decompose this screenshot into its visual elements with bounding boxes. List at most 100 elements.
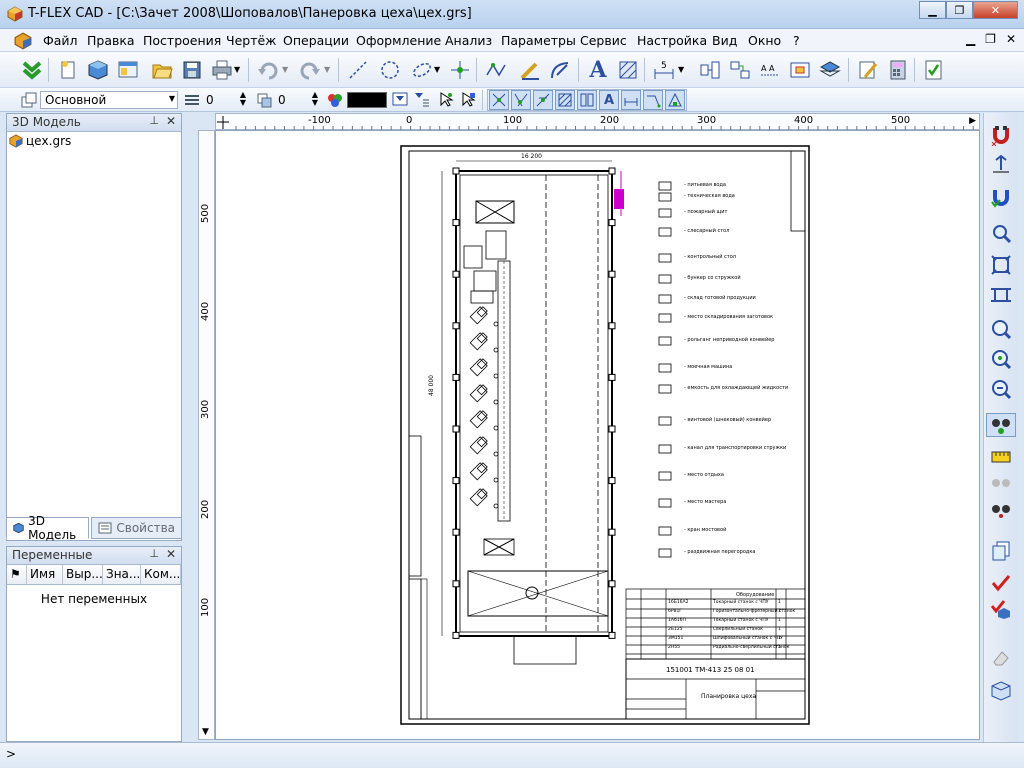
roughness-button[interactable]: A A	[758, 58, 782, 82]
calculator-button[interactable]	[886, 58, 910, 82]
view-button[interactable]	[788, 58, 812, 82]
ellipse-dropdown-icon[interactable]: ▼	[434, 65, 440, 74]
redo-dropdown-icon[interactable]: ▼	[324, 65, 330, 74]
layer-select[interactable]: Основной ▼	[40, 91, 178, 109]
zoom-in-button[interactable]	[989, 317, 1013, 341]
document-icon[interactable]	[14, 32, 32, 50]
menu-construct[interactable]: Построения	[143, 33, 221, 48]
menu-analysis[interactable]: Анализ	[445, 33, 492, 48]
sketch-button[interactable]	[518, 58, 542, 82]
snap-node-button[interactable]	[489, 90, 509, 110]
minimize-button[interactable]: ▁	[919, 1, 946, 19]
new-file-button[interactable]	[56, 58, 80, 82]
level-spinner[interactable]: 0 ▲ ▼	[202, 91, 248, 109]
pin-icon[interactable]: ⊥	[149, 114, 159, 127]
graphic-line-button[interactable]	[484, 58, 508, 82]
snap-dimension-button[interactable]	[621, 90, 641, 110]
zoom-extents-button[interactable]	[989, 253, 1013, 277]
fragment-button[interactable]	[698, 58, 722, 82]
tree-item-file[interactable]: цех.grs	[9, 134, 179, 148]
undo-button[interactable]	[256, 58, 280, 82]
undo-dropdown-icon[interactable]: ▼	[282, 65, 288, 74]
flag-column[interactable]: ⚑	[7, 565, 27, 584]
hatch-tool-button[interactable]	[616, 58, 640, 82]
mdi-minimize-icon[interactable]: ▁	[966, 32, 975, 46]
magnet-snap-button[interactable]	[989, 123, 1013, 147]
show-elements-button[interactable]	[989, 499, 1013, 523]
menu-drawing[interactable]: Чертёж	[226, 33, 276, 48]
menu-service[interactable]: Сервис	[580, 33, 627, 48]
snap-hatch-button[interactable]	[555, 90, 575, 110]
print-button[interactable]	[210, 58, 234, 82]
color-palette-icon[interactable]	[326, 91, 344, 109]
snap-leader-button[interactable]	[643, 90, 663, 110]
check-button[interactable]	[922, 58, 946, 82]
tab-3d-model[interactable]: 3D Модель	[6, 514, 90, 542]
save-button[interactable]	[180, 58, 204, 82]
menu-settings[interactable]: Настройка	[637, 33, 707, 48]
menu-operations[interactable]: Операции	[283, 33, 349, 48]
zoom-window-button[interactable]	[989, 221, 1013, 245]
node-tool-button[interactable]	[448, 58, 472, 82]
snap-fragment-button[interactable]	[577, 90, 597, 110]
show-hide-button[interactable]	[986, 413, 1016, 437]
print-dropdown-icon[interactable]: ▼	[234, 65, 240, 74]
open-button[interactable]	[150, 58, 174, 82]
zoom-out-button[interactable]	[989, 347, 1013, 371]
dimension-dropdown-icon[interactable]: ▼	[678, 65, 684, 74]
check-3d-button[interactable]	[989, 597, 1013, 621]
scroll-right-icon[interactable]: ▶	[969, 116, 976, 126]
ellipse-tool-button[interactable]	[410, 58, 434, 82]
tab-properties[interactable]: Свойства	[91, 517, 182, 539]
assembly-button[interactable]	[728, 58, 752, 82]
mdi-restore-icon[interactable]: ❐	[985, 32, 996, 46]
erase-button[interactable]	[989, 645, 1013, 669]
pin-icon[interactable]: ⊥	[149, 547, 159, 560]
menu-parameters[interactable]: Параметры	[501, 33, 576, 48]
hide-elements-button[interactable]	[989, 473, 1013, 497]
drawing-canvas[interactable]: 16 200 48 000 - питьевая вода - техническ…	[215, 130, 980, 740]
scroll-down-icon[interactable]: ▼	[202, 727, 209, 737]
menu-view[interactable]: Вид	[712, 33, 737, 48]
menu-window[interactable]: Окно	[748, 33, 781, 48]
pages-button[interactable]	[989, 539, 1013, 563]
command-prompt-icon[interactable]: >	[6, 747, 16, 761]
zoom-previous-button[interactable]	[989, 377, 1013, 401]
menu-edit[interactable]: Правка	[87, 33, 135, 48]
snap-intersection-button[interactable]	[511, 90, 531, 110]
mdi-close-icon[interactable]: ✕	[1006, 32, 1016, 46]
layers-button[interactable]	[818, 58, 842, 82]
maximize-button[interactable]: ❐	[946, 1, 973, 19]
dimension-button[interactable]: 5	[652, 58, 676, 82]
priority-spinner[interactable]: 0 ▲ ▼	[274, 91, 320, 109]
measure-button[interactable]	[989, 445, 1013, 469]
snap-text-button[interactable]: A	[599, 90, 619, 110]
close-icon[interactable]: ✕	[166, 547, 176, 561]
options-button[interactable]	[856, 58, 880, 82]
select-all-button[interactable]	[458, 88, 478, 110]
column-expression[interactable]: Выр...	[63, 565, 103, 584]
column-name[interactable]: Имя	[27, 565, 63, 584]
color-swatch[interactable]	[347, 92, 387, 108]
select-filter-button[interactable]	[436, 88, 456, 110]
filter-list-button[interactable]	[412, 88, 432, 110]
menu-help[interactable]: ?	[793, 33, 800, 48]
new-3d-model-button[interactable]	[86, 58, 110, 82]
filter-button[interactable]	[390, 88, 410, 110]
check-model-button[interactable]	[989, 571, 1013, 595]
menu-file[interactable]: Файл	[43, 33, 78, 48]
text-tool-button[interactable]: A	[586, 57, 610, 83]
confirm-button[interactable]	[20, 58, 44, 82]
column-value[interactable]: Зна...	[103, 565, 141, 584]
menu-format[interactable]: Оформление	[356, 33, 441, 48]
snap-off-button[interactable]	[989, 153, 1013, 177]
templates-button[interactable]	[116, 58, 140, 82]
close-button[interactable]: ✕	[973, 1, 1018, 19]
circle-tool-button[interactable]	[378, 58, 402, 82]
magnet-on-button[interactable]	[989, 185, 1013, 209]
line-tool-button[interactable]	[346, 58, 370, 82]
zoom-page-button[interactable]	[989, 283, 1013, 307]
column-comment[interactable]: Ком...	[141, 565, 181, 584]
arc-sketch-button[interactable]	[548, 58, 572, 82]
close-icon[interactable]: ✕	[166, 114, 176, 128]
